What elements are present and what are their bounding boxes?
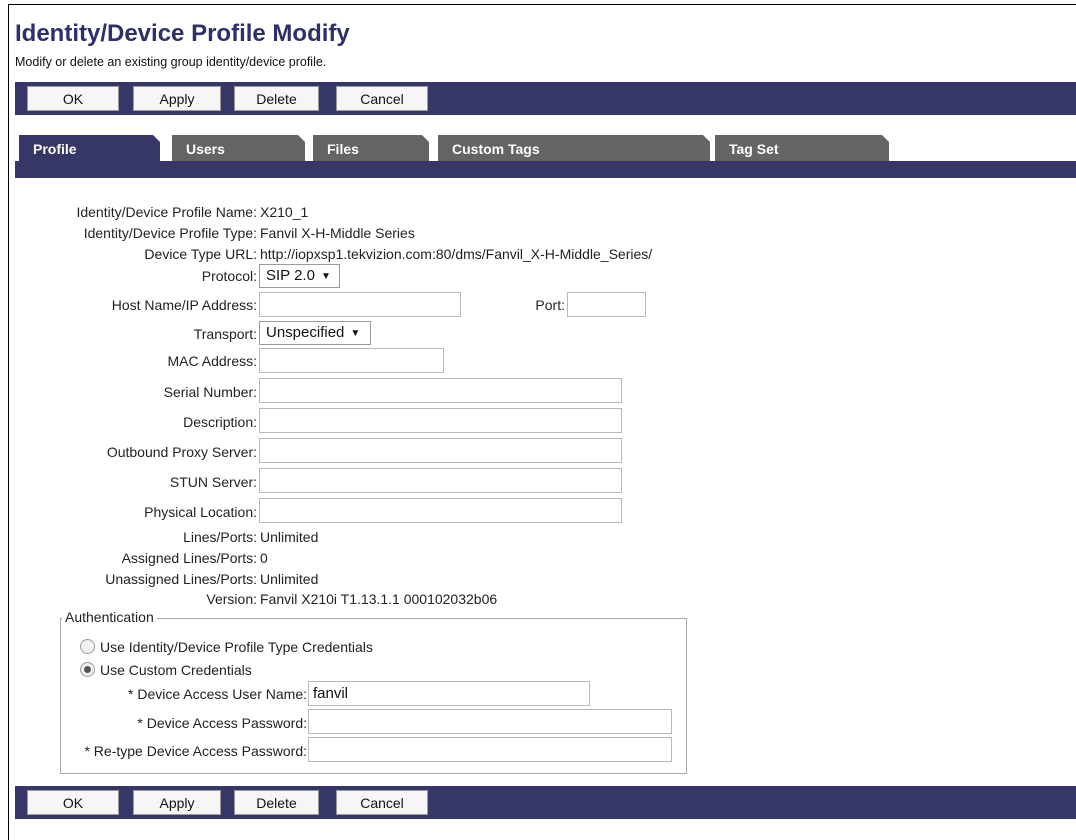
port-input[interactable] [567,292,646,317]
serial-input[interactable] [259,378,622,403]
transport-selected-value: Unspecified [266,324,345,341]
assigned-value: 0 [260,550,268,566]
profile-name-value: X210_1 [260,204,309,220]
device-user-label: * Device Access User Name: [128,686,307,702]
retype-password-label: * Re-type Device Access Password: [84,743,307,759]
dropdown-arrow-icon: ▼ [350,328,361,339]
page-subtitle: Modify or delete an existing group ident… [15,55,327,69]
proxy-input[interactable] [259,438,622,463]
mac-label: MAC Address: [167,353,257,369]
unassigned-label: Unassigned Lines/Ports: [105,571,257,587]
transport-label: Transport: [193,326,257,342]
version-value: Fanvil X210i T1.13.1.1 000102032b06 [260,591,498,607]
delete-button-bottom[interactable]: Delete [234,790,319,815]
delete-button[interactable]: Delete [234,86,319,111]
version-label: Version: [206,591,257,607]
description-input[interactable] [259,408,622,433]
description-label: Description: [183,414,257,430]
host-label: Host Name/IP Address: [111,297,257,313]
page-title: Identity/Device Profile Modify [15,20,350,47]
protocol-select[interactable]: SIP 2.0 ▼ [259,264,340,288]
apply-button-bottom[interactable]: Apply [133,790,221,815]
top-button-bar: OK Apply Delete Cancel [15,82,1076,115]
dropdown-arrow-icon: ▼ [320,271,331,282]
serial-label: Serial Number: [163,384,257,400]
host-input[interactable] [259,292,461,317]
transport-select[interactable]: Unspecified ▼ [259,321,371,345]
type-credentials-radio[interactable] [80,639,95,654]
tab-tag-set[interactable]: Tag Set [715,135,889,161]
device-type-url-label: Device Type URL: [144,246,257,262]
bottom-button-bar: OK Apply Delete Cancel [15,786,1076,819]
assigned-label: Assigned Lines/Ports: [121,550,257,566]
retype-password-input[interactable] [308,737,672,762]
stun-label: STUN Server: [169,474,257,490]
ok-button-bottom[interactable]: OK [27,790,119,815]
profile-type-label: Identity/Device Profile Type: [83,225,257,241]
cancel-button-bottom[interactable]: Cancel [336,790,428,815]
cancel-button[interactable]: Cancel [336,86,428,111]
tab-underline-strip [15,161,1076,178]
profile-type-value: Fanvil X-H-Middle Series [260,225,415,241]
device-user-input[interactable] [308,681,590,706]
device-password-input[interactable] [308,709,672,734]
protocol-selected-value: SIP 2.0 [266,267,315,284]
tab-files[interactable]: Files [313,135,429,161]
location-input[interactable] [259,498,622,523]
proxy-label: Outbound Proxy Server: [106,444,257,460]
ok-button[interactable]: OK [27,86,119,111]
custom-credentials-label: Use Custom Credentials [100,662,252,678]
authentication-legend: Authentication [62,609,157,625]
type-credentials-label: Use Identity/Device Profile Type Credent… [100,639,373,655]
tab-bar: Profile Users Files Custom Tags Tag Set [15,135,1076,178]
unassigned-value: Unlimited [260,571,319,587]
device-password-label: * Device Access Password: [137,715,307,731]
protocol-label: Protocol: [201,268,257,284]
mac-input[interactable] [259,348,444,373]
tab-custom-tags[interactable]: Custom Tags [438,135,710,161]
location-label: Physical Location: [144,504,257,520]
lines-label: Lines/Ports: [183,529,257,545]
device-type-url-value: http://iopxsp1.tekvizion.com:80/dms/Fanv… [260,246,653,262]
tab-profile[interactable]: Profile [19,135,160,163]
apply-button[interactable]: Apply [133,86,221,111]
profile-name-label: Identity/Device Profile Name: [76,204,257,220]
custom-credentials-radio[interactable] [80,662,95,677]
tab-users[interactable]: Users [172,135,305,161]
port-label: Port: [535,297,565,313]
lines-value: Unlimited [260,529,319,545]
stun-input[interactable] [259,468,622,493]
